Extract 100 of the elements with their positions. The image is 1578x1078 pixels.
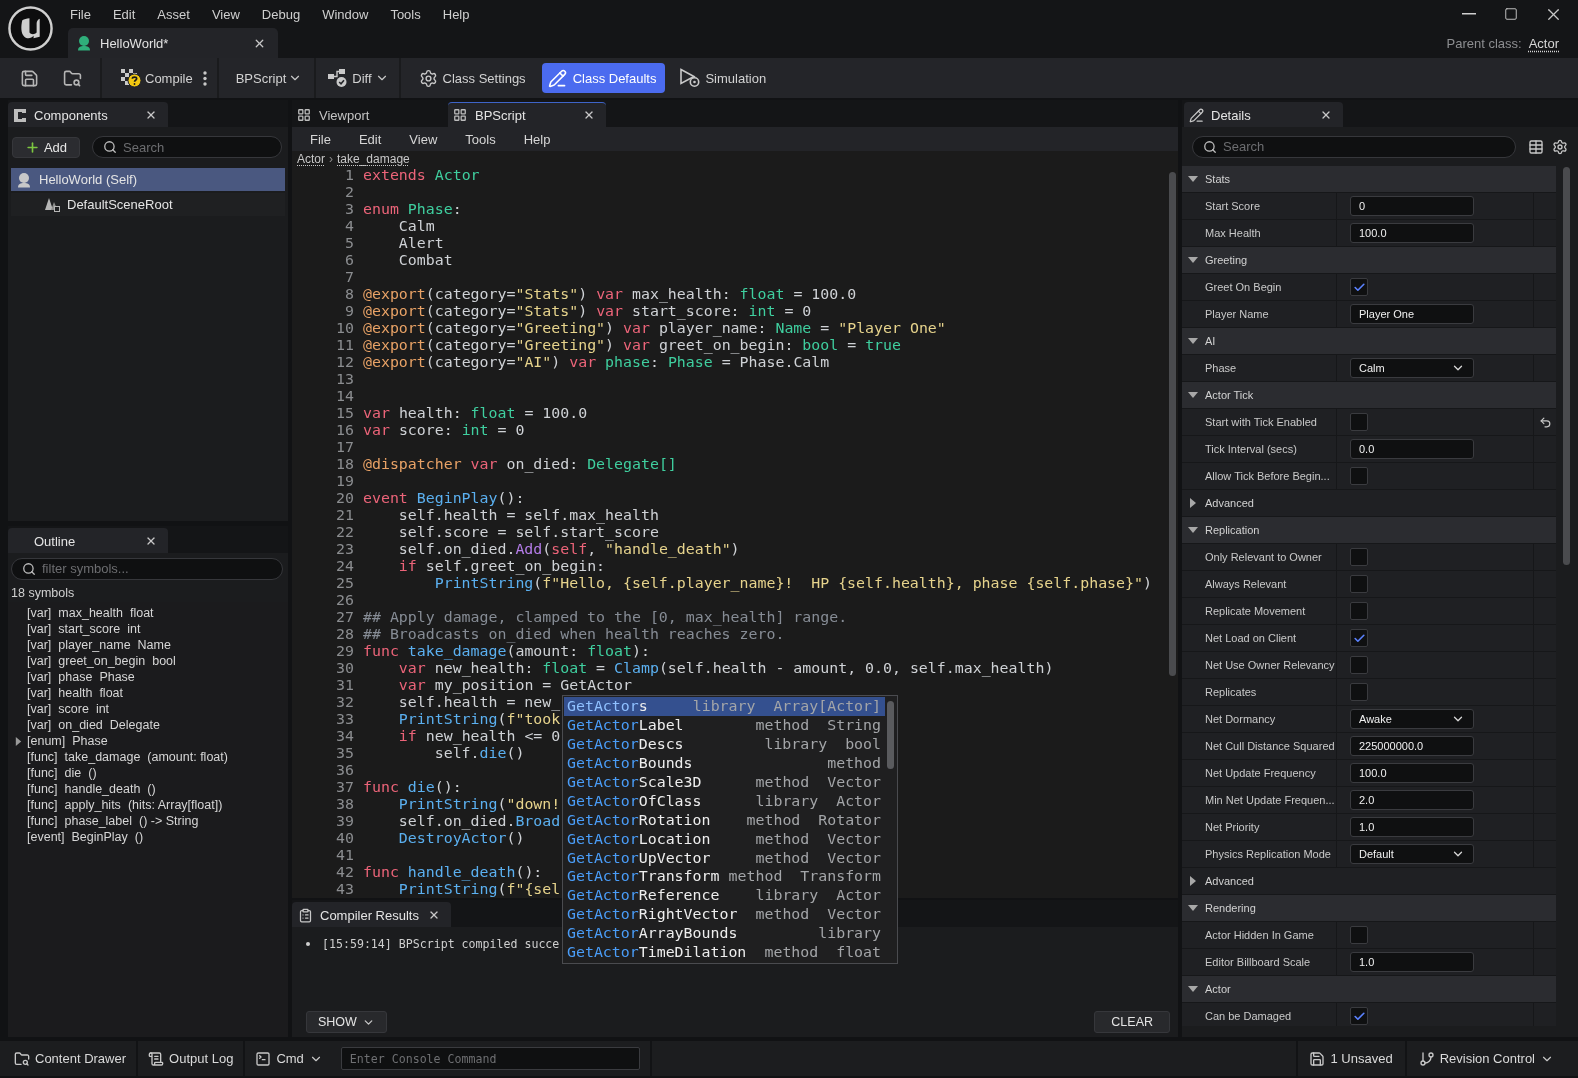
filter-field[interactable]: filter symbols...: [11, 557, 283, 580]
completion-row[interactable]: GetActorBounds method: [564, 753, 885, 773]
diff-dropdown[interactable]: Diff: [325, 63, 395, 93]
completion-row[interactable]: GetActorDescs library bool: [564, 734, 885, 754]
completion-row[interactable]: GetActorTimeDilation method float: [564, 943, 885, 963]
script-dropdown[interactable]: BPScript: [227, 63, 309, 93]
section-header[interactable]: Greeting: [1182, 247, 1556, 274]
panel-tab[interactable]: Components: [8, 102, 168, 127]
menu-item[interactable]: Edit: [344, 128, 396, 150]
output-log-button[interactable]: Output Log: [138, 1041, 246, 1076]
value-field[interactable]: 1.0: [1350, 952, 1474, 972]
checkbox[interactable]: [1350, 467, 1368, 485]
scrollbar-thumb[interactable]: [1563, 167, 1570, 565]
value-field[interactable]: Player One: [1350, 304, 1474, 324]
symbol-name[interactable]: score: [58, 702, 89, 716]
checkbox[interactable]: [1350, 1007, 1368, 1025]
checkbox[interactable]: [1350, 656, 1368, 674]
checkbox[interactable]: [1350, 575, 1368, 593]
content-drawer-button[interactable]: Content Drawer: [6, 1041, 139, 1076]
symbol-name[interactable]: greet_on_begin: [58, 654, 146, 668]
caret-down-icon[interactable]: [1188, 174, 1198, 184]
editor-tab[interactable]: Viewport: [292, 102, 446, 127]
completion-row[interactable]: GetActorScale3D method Vector: [564, 772, 885, 792]
value-dropdown[interactable]: Calm: [1350, 358, 1474, 378]
menu-item[interactable]: Debug: [250, 2, 312, 26]
menu-item[interactable]: View: [395, 128, 452, 150]
group-header[interactable]: Advanced: [1182, 868, 1556, 895]
caret-right-icon[interactable]: [1188, 498, 1198, 508]
show-button[interactable]: SHOW: [306, 1011, 387, 1033]
clear-button[interactable]: CLEAR: [1094, 1011, 1170, 1033]
symbol-name[interactable]: player_name: [58, 638, 131, 652]
mode-button[interactable]: Class Defaults: [541, 63, 666, 93]
caret-right-icon[interactable]: [1188, 876, 1198, 886]
checkbox[interactable]: [1350, 926, 1368, 944]
completion-row[interactable]: GetActorUpVector method Vector: [564, 848, 885, 868]
caret-down-icon[interactable]: [1188, 525, 1198, 535]
breadcrumb-link[interactable]: Actor: [297, 152, 325, 166]
value-dropdown[interactable]: Awake: [1350, 709, 1474, 729]
group-header[interactable]: Advanced: [1182, 490, 1556, 517]
search-field[interactable]: Search: [1192, 135, 1516, 158]
menu-item[interactable]: View: [200, 2, 251, 26]
menu-item[interactable]: Help: [509, 128, 565, 150]
section-header[interactable]: Rendering: [1182, 895, 1556, 922]
symbol-name[interactable]: apply_hits: [64, 798, 121, 812]
caret-down-icon[interactable]: [1188, 903, 1198, 913]
mode-button[interactable]: Class Settings: [412, 63, 534, 93]
parent-class-link[interactable]: Actor: [1528, 35, 1559, 51]
symbol-name[interactable]: take_damage: [64, 750, 141, 764]
breadcrumb-link[interactable]: take_damage: [337, 152, 410, 166]
checkbox[interactable]: [1350, 629, 1368, 647]
symbol-name[interactable]: phase: [58, 670, 93, 684]
section-header[interactable]: Replication: [1182, 517, 1556, 544]
completion-row[interactable]: GetActorTransform method Transform: [564, 867, 885, 887]
caret-down-icon[interactable]: [1188, 390, 1198, 400]
symbol-name[interactable]: phase_label: [64, 814, 132, 828]
completion-row[interactable]: GetActorArrayBounds library: [564, 924, 885, 944]
value-field[interactable]: 100.0: [1350, 763, 1474, 783]
revision-control-button[interactable]: Revision Control: [1406, 1041, 1578, 1076]
compile-button[interactable]: Compile: [114, 63, 197, 93]
panel-tab[interactable]: Compiler Results: [292, 902, 451, 927]
cmd-dropdown[interactable]: Cmd: [245, 1041, 333, 1076]
section-header[interactable]: AI: [1182, 328, 1556, 355]
table-view-button[interactable]: [1528, 138, 1544, 155]
reset-button[interactable]: [1538, 415, 1552, 429]
menu-item[interactable]: Tools: [451, 128, 510, 150]
symbol-name[interactable]: max_health: [58, 606, 123, 620]
checkbox[interactable]: [1350, 413, 1368, 431]
scrollbar-thumb[interactable]: [1168, 172, 1176, 676]
tree-item[interactable]: DefaultSceneRoot: [11, 193, 285, 216]
caret-down-icon[interactable]: [1188, 984, 1198, 994]
section-header[interactable]: Actor: [1182, 976, 1556, 1003]
panel-tab[interactable]: Details: [1184, 102, 1343, 127]
menu-item[interactable]: Window: [311, 2, 380, 26]
panel-tab[interactable]: Outline: [8, 528, 168, 553]
symbol-name[interactable]: BeginPlay: [71, 830, 128, 844]
section-header[interactable]: Stats: [1182, 166, 1556, 193]
checkbox[interactable]: [1350, 602, 1368, 620]
symbol-name[interactable]: Phase: [72, 734, 108, 748]
section-header[interactable]: Actor Tick: [1182, 382, 1556, 409]
completion-row[interactable]: GetActorRotation method Rotator: [564, 810, 885, 830]
completion-row[interactable]: GetActorLocation method Vector: [564, 829, 885, 849]
console-input[interactable]: Enter Console Command: [340, 1047, 640, 1070]
symbol-name[interactable]: on_died: [58, 718, 103, 732]
add-button[interactable]: Add: [12, 137, 80, 158]
menu-item[interactable]: Edit: [101, 2, 147, 26]
completion-row[interactable]: GetActorReference library Actor: [564, 886, 885, 906]
menu-item[interactable]: File: [59, 2, 102, 26]
checkbox[interactable]: [1350, 683, 1368, 701]
symbol-name[interactable]: start_score: [58, 622, 121, 636]
completion-row[interactable]: GetActorLabel method String: [564, 715, 885, 735]
value-field[interactable]: 1.0: [1350, 817, 1474, 837]
symbol-name[interactable]: handle_death: [64, 782, 141, 796]
settings-button[interactable]: [1552, 138, 1568, 155]
value-field[interactable]: 0.0: [1350, 439, 1474, 459]
completion-row[interactable]: GetActorRightVector method Vector: [564, 905, 885, 925]
value-field[interactable]: 2.0: [1350, 790, 1474, 810]
document-tab[interactable]: HelloWorld*: [68, 28, 278, 58]
value-field[interactable]: 225000000.0: [1350, 736, 1474, 756]
menu-item[interactable]: Tools: [379, 2, 432, 26]
value-dropdown[interactable]: Default: [1350, 844, 1474, 864]
